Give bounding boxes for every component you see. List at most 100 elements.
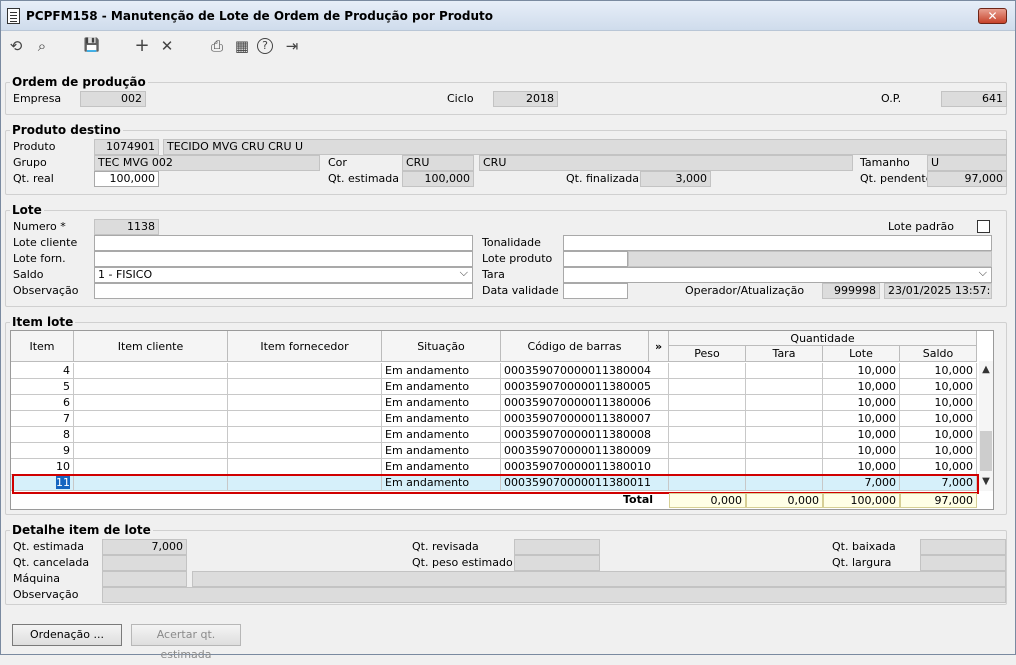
cell-item-fornecedor[interactable] xyxy=(228,443,382,459)
qt-pendente-field[interactable]: 97,000 xyxy=(927,171,1007,187)
cell-saldo[interactable]: 10,000 xyxy=(900,363,977,379)
cell-tara[interactable] xyxy=(746,379,823,395)
lote-padrao-checkbox[interactable] xyxy=(977,220,990,233)
cell-lote[interactable]: 10,000 xyxy=(823,395,900,411)
produto-desc-field[interactable]: TECIDO MVG CRU CRU U xyxy=(163,139,1007,155)
cell-item-cliente[interactable] xyxy=(74,427,228,443)
cell-lote[interactable]: 10,000 xyxy=(823,379,900,395)
cell-peso[interactable] xyxy=(669,379,746,395)
cell-item-cliente[interactable] xyxy=(74,379,228,395)
cell-codigo-barras[interactable]: 000359070000011380010 xyxy=(501,459,669,475)
help-icon[interactable]: ? xyxy=(257,38,273,54)
det-qt-cancelada-field[interactable] xyxy=(102,555,187,571)
scroll-thumb[interactable] xyxy=(980,431,992,471)
data-validade-field[interactable] xyxy=(563,283,628,299)
grid-scrollbar[interactable]: ▲ ▼ xyxy=(979,361,993,491)
scroll-up-icon[interactable]: ▲ xyxy=(979,363,993,377)
cell-situacao[interactable]: Em andamento xyxy=(382,363,501,379)
cell-tara[interactable] xyxy=(746,459,823,475)
atualizacao-field[interactable]: 23/01/2025 13:57:23 xyxy=(884,283,992,299)
col-header-situacao[interactable]: Situação xyxy=(382,331,501,362)
cell-item-fornecedor[interactable] xyxy=(228,379,382,395)
qt-real-field[interactable]: 100,000 xyxy=(94,171,159,187)
close-button[interactable]: ✕ xyxy=(978,8,1007,24)
cell-item-cliente[interactable] xyxy=(74,411,228,427)
ordenacao-button[interactable]: Ordenação ... xyxy=(12,624,122,646)
cell-saldo[interactable]: 10,000 xyxy=(900,427,977,443)
col-header-item[interactable]: Item xyxy=(11,331,74,362)
cell-situacao[interactable]: Em andamento xyxy=(382,395,501,411)
cell-codigo-barras[interactable]: 000359070000011380005 xyxy=(501,379,669,395)
cell-saldo[interactable]: 10,000 xyxy=(900,443,977,459)
acertar-qt-estimada-button[interactable]: Acertar qt. estimada xyxy=(131,624,241,661)
cell-peso[interactable] xyxy=(669,427,746,443)
col-header-peso[interactable]: Peso xyxy=(669,346,746,362)
cell-item[interactable]: 7 xyxy=(11,411,74,427)
col-header-tara[interactable]: Tara xyxy=(746,346,823,362)
cell-peso[interactable] xyxy=(669,363,746,379)
cell-tara[interactable] xyxy=(746,427,823,443)
cell-item-fornecedor[interactable] xyxy=(228,363,382,379)
qt-estimada-field[interactable]: 100,000 xyxy=(402,171,474,187)
cell-lote[interactable]: 10,000 xyxy=(823,459,900,475)
det-maquina-desc-field[interactable] xyxy=(192,571,1006,587)
operador-field[interactable]: 999998 xyxy=(822,283,880,299)
cell-saldo[interactable]: 10,000 xyxy=(900,459,977,475)
cell-lote[interactable]: 10,000 xyxy=(823,411,900,427)
col-header-lote[interactable]: Lote xyxy=(823,346,900,362)
expand-columns-button[interactable]: » xyxy=(649,331,669,362)
cell-lote[interactable]: 10,000 xyxy=(823,443,900,459)
cell-situacao[interactable]: Em andamento xyxy=(382,427,501,443)
col-header-item-fornecedor[interactable]: Item fornecedor xyxy=(228,331,382,362)
cor-code-field[interactable]: CRU xyxy=(402,155,474,171)
cor-desc-field[interactable]: CRU xyxy=(479,155,853,171)
numero-field[interactable]: 1138 xyxy=(94,219,159,235)
tonalidade-field[interactable] xyxy=(563,235,992,251)
cell-codigo-barras[interactable]: 000359070000011380004 xyxy=(501,363,669,379)
print-icon[interactable]: ⎙ xyxy=(207,36,227,56)
cell-tara[interactable] xyxy=(746,443,823,459)
calendar-icon[interactable]: ▦ xyxy=(232,36,252,56)
cell-item-fornecedor[interactable] xyxy=(228,395,382,411)
cell-lote[interactable]: 10,000 xyxy=(823,427,900,443)
refresh-icon[interactable]: ⟲ xyxy=(6,36,26,56)
lote-produto-field[interactable] xyxy=(563,251,628,267)
cell-item-fornecedor[interactable] xyxy=(228,411,382,427)
cell-saldo[interactable]: 10,000 xyxy=(900,379,977,395)
search-icon[interactable]: ⌕ xyxy=(32,36,52,56)
cell-item[interactable]: 8 xyxy=(11,427,74,443)
saldo-select[interactable]: 1 - FISICO xyxy=(94,267,473,283)
cell-item-cliente[interactable] xyxy=(74,443,228,459)
add-icon[interactable]: + xyxy=(132,36,152,56)
cell-situacao[interactable]: Em andamento xyxy=(382,379,501,395)
cell-situacao[interactable]: Em andamento xyxy=(382,443,501,459)
grupo-field[interactable]: TEC MVG 002 xyxy=(94,155,320,171)
op-field[interactable]: 641 xyxy=(941,91,1007,107)
cell-item-cliente[interactable] xyxy=(74,395,228,411)
remove-icon[interactable]: ✕ xyxy=(157,36,177,56)
det-qt-largura-field[interactable] xyxy=(920,555,1006,571)
cell-item-fornecedor[interactable] xyxy=(228,459,382,475)
col-header-codigo-barras[interactable]: Código de barras xyxy=(501,331,649,362)
cell-situacao[interactable]: Em andamento xyxy=(382,459,501,475)
cell-item[interactable]: 9 xyxy=(11,443,74,459)
exit-icon[interactable]: ⇥ xyxy=(282,36,302,56)
produto-code-field[interactable]: 1074901 xyxy=(94,139,159,155)
cell-peso[interactable] xyxy=(669,443,746,459)
cell-item-cliente[interactable] xyxy=(74,459,228,475)
det-maquina-code-field[interactable] xyxy=(102,571,187,587)
cell-tara[interactable] xyxy=(746,411,823,427)
cell-situacao[interactable]: Em andamento xyxy=(382,411,501,427)
lote-forn-field[interactable] xyxy=(94,251,473,267)
cell-peso[interactable] xyxy=(669,459,746,475)
cell-peso[interactable] xyxy=(669,395,746,411)
cell-codigo-barras[interactable]: 000359070000011380006 xyxy=(501,395,669,411)
det-qt-revisada-field[interactable] xyxy=(514,539,600,555)
det-qt-peso-estimado-field[interactable] xyxy=(514,555,600,571)
cell-item-cliente[interactable] xyxy=(74,363,228,379)
cell-saldo[interactable]: 10,000 xyxy=(900,411,977,427)
observacao-field[interactable] xyxy=(94,283,473,299)
cell-item[interactable]: 4 xyxy=(11,363,74,379)
save-icon[interactable]: 💾 xyxy=(82,36,102,56)
cell-lote[interactable]: 10,000 xyxy=(823,363,900,379)
